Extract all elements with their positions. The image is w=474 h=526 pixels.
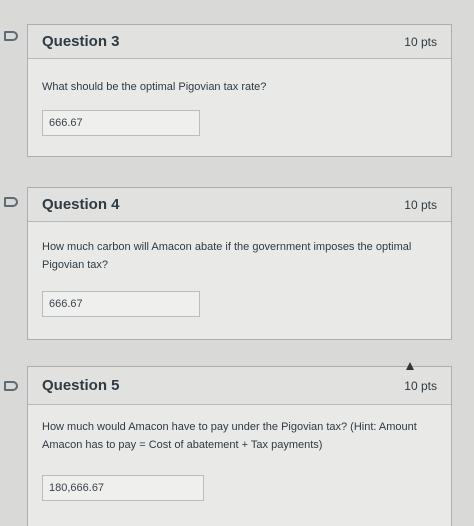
flag-question-icon[interactable] xyxy=(4,31,18,41)
question-points: 10 pts xyxy=(404,378,437,393)
answer-input[interactable]: 666.67 xyxy=(42,291,200,317)
question-card: Question 4 10 pts How much carbon will A… xyxy=(27,187,452,340)
question-title: Question 5 xyxy=(42,377,120,394)
question-text: How much would Amacon have to pay under … xyxy=(42,421,417,451)
flag-question-icon[interactable] xyxy=(4,197,18,207)
answer-input[interactable]: 180,666.67 xyxy=(42,475,204,501)
question-title: Question 3 xyxy=(42,33,120,50)
question-header: Question 3 10 pts xyxy=(28,25,451,59)
quiz-page: Question 3 10 pts What should be the opt… xyxy=(0,0,474,526)
question-text: How much carbon will Amacon abate if the… xyxy=(42,241,412,271)
question-card: Question 3 10 pts What should be the opt… xyxy=(27,24,452,157)
flag-question-icon[interactable] xyxy=(4,381,18,391)
question-text: What should be the optimal Pigovian tax … xyxy=(42,81,267,93)
mouse-cursor-icon xyxy=(406,362,414,370)
answer-input[interactable]: 666.67 xyxy=(42,110,200,136)
question-points: 10 pts xyxy=(404,34,437,49)
question-header: Question 4 10 pts xyxy=(28,188,451,222)
question-points: 10 pts xyxy=(404,197,437,212)
question-card: Question 5 10 pts How much would Amacon … xyxy=(27,366,452,526)
question-title: Question 4 xyxy=(42,196,120,213)
question-header: Question 5 10 pts xyxy=(28,367,451,405)
